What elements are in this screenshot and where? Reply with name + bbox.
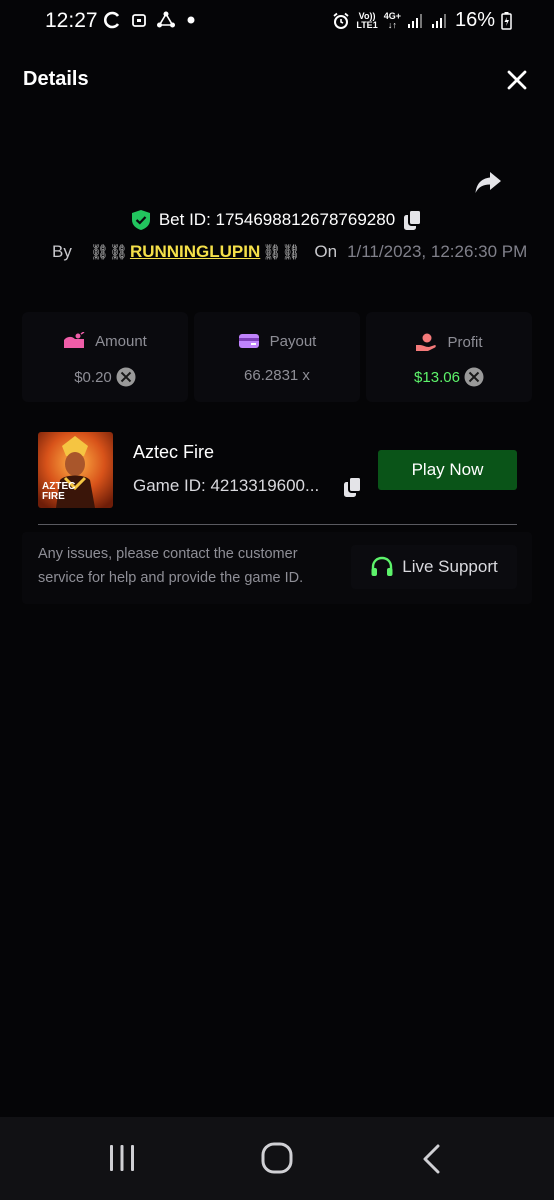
- status-right: Vo)) LTE1 4G+ ↓↑ 16%: [332, 9, 512, 32]
- currency-icon: [116, 367, 136, 387]
- back-icon[interactable]: [420, 1144, 444, 1174]
- status-bar: 12:27 Vo)) LTE1 4G+ ↓↑ 16%: [0, 0, 554, 44]
- verified-shield-icon: [131, 210, 150, 230]
- headset-icon: [371, 556, 393, 576]
- profit-value: $13.06: [414, 368, 460, 386]
- close-icon[interactable]: [506, 69, 528, 91]
- bet-stats: Amount $0.20 Payout 66.2831 x Profit $13…: [22, 312, 532, 402]
- profit-icon: [416, 333, 437, 351]
- chain-right-icon: ⛓⛓: [262, 244, 301, 261]
- bet-id: Bet ID: 1754698812678769280: [158, 210, 396, 229]
- status-time: 12:27: [45, 9, 98, 32]
- signal-icon: [407, 13, 422, 28]
- bet-meta-row: By ⛓⛓ RUNNINGLUPIN ⛓⛓ On 1/11/2023, 12:2…: [52, 242, 527, 262]
- chain-left-icon: ⛓⛓: [89, 244, 128, 261]
- bet-date: 1/11/2023, 12:26:30 PM: [347, 242, 528, 261]
- alarm-icon: [333, 12, 349, 29]
- bet-id-row: Bet ID: 1754698812678769280: [0, 209, 554, 231]
- battery-icon: [501, 11, 512, 30]
- support-message: Any issues, please contact the customer …: [38, 546, 304, 586]
- volte-indicator: Vo)) LTE1: [356, 11, 378, 30]
- game-id: Game ID: 4213319600...: [133, 476, 320, 495]
- currency-icon: [464, 367, 484, 387]
- divider: [38, 524, 517, 525]
- amount-card: Amount $0.20: [22, 312, 188, 402]
- amount-value: $0.20: [74, 368, 112, 386]
- game-thumbnail[interactable]: AZTEC FIRE: [38, 432, 113, 508]
- on-label: On: [314, 242, 338, 261]
- thumb-title-line2: FIRE: [42, 491, 65, 502]
- payout-card: Payout 66.2831 x: [194, 312, 360, 402]
- copy-game-id-icon[interactable]: [343, 476, 363, 498]
- share-icon[interactable]: [474, 170, 502, 196]
- profit-card: Profit $13.06: [366, 312, 532, 402]
- play-now-button[interactable]: Play Now: [378, 450, 517, 490]
- by-label: By: [52, 242, 72, 261]
- username-link[interactable]: RUNNINGLUPIN: [130, 242, 260, 262]
- home-icon[interactable]: [261, 1142, 293, 1174]
- amount-label: Amount: [95, 332, 147, 350]
- data-indicator: 4G+ ↓↑: [384, 11, 401, 30]
- payout-label: Payout: [269, 332, 317, 350]
- game-name: Aztec Fire: [133, 442, 215, 462]
- live-support-label: Live Support: [402, 557, 498, 576]
- notification-icons: [102, 10, 196, 30]
- profit-label: Profit: [447, 333, 483, 351]
- recent-apps-icon[interactable]: [108, 1144, 136, 1172]
- lte-label: LTE1: [356, 19, 378, 30]
- dot-icon: [187, 16, 195, 24]
- data-arrows-icon: ↓↑: [387, 19, 397, 30]
- amount-icon: [64, 332, 85, 348]
- sync-icon: [104, 11, 120, 29]
- signal-icon-2: [431, 13, 446, 28]
- live-support-button[interactable]: Live Support: [351, 545, 517, 589]
- share-notification-icon: [157, 11, 175, 28]
- battery-percent: 16%: [454, 9, 495, 31]
- bet-details-screen: 12:27 Vo)) LTE1 4G+ ↓↑ 16% Details Bet I…: [0, 0, 554, 1200]
- copy-bet-id-icon[interactable]: [403, 209, 423, 231]
- page-title: Details: [23, 68, 89, 90]
- payout-value: 66.2831 x: [244, 367, 310, 384]
- payout-card-icon: [238, 334, 259, 348]
- app-notification-icon: [132, 14, 146, 27]
